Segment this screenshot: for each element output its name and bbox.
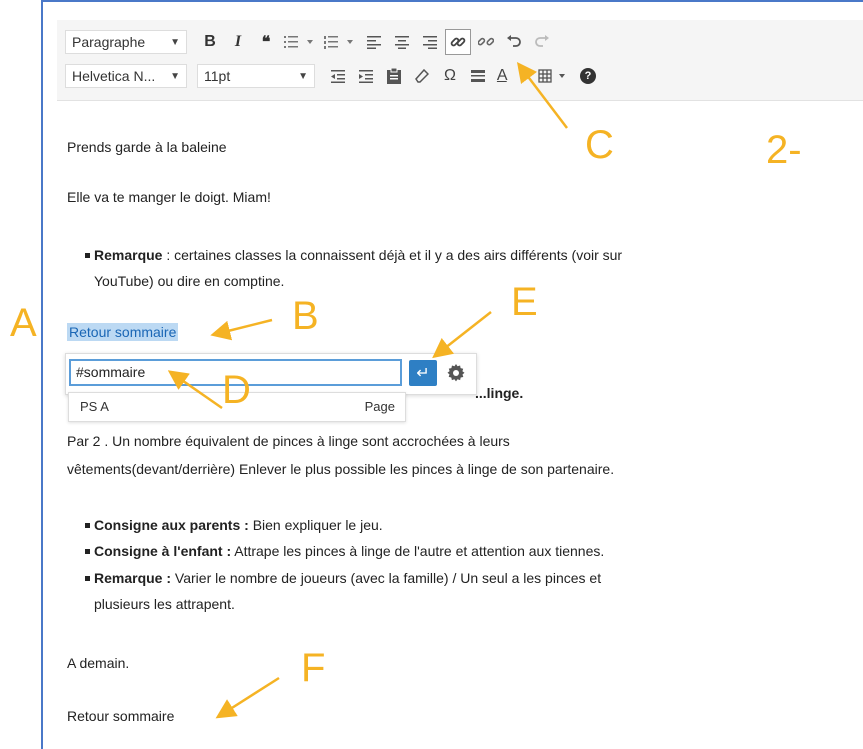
arrow-c	[516, 62, 568, 129]
arrow-e	[432, 311, 492, 359]
annotation-arrows	[167, 62, 568, 719]
arrow-d	[167, 370, 223, 410]
arrow-b	[210, 318, 273, 341]
arrow-f	[215, 676, 280, 719]
